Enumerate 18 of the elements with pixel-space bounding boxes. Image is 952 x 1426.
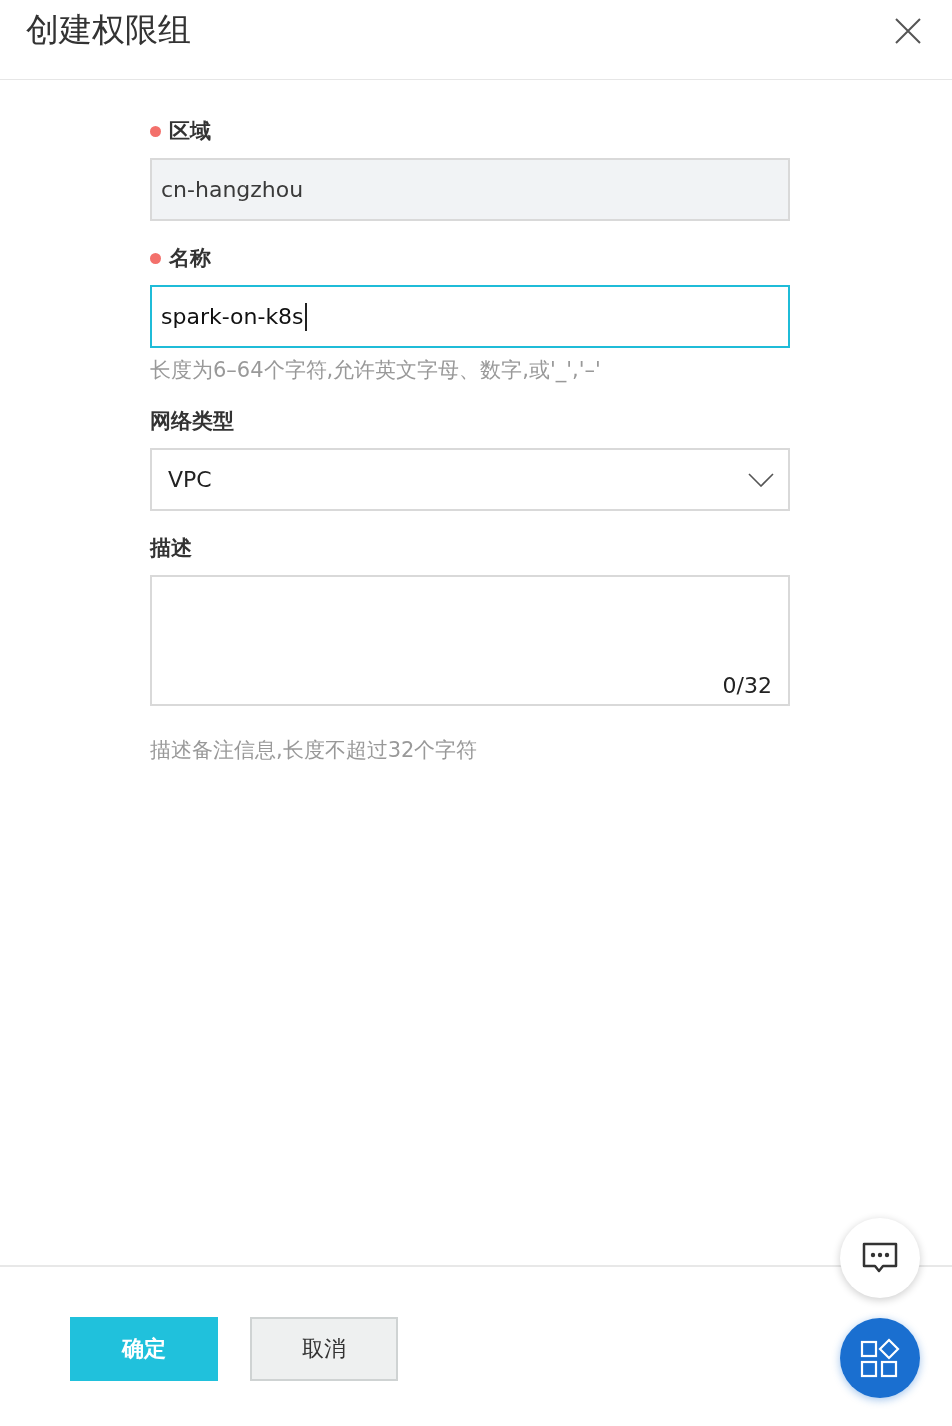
help-text: 长度为6–64个字符,允许英文字母、数字,或'_','–' [150,357,602,384]
cancel-button[interactable]: 取消 [250,1317,398,1381]
select-field[interactable]: VPC [150,448,790,511]
field-label: 区域 [169,118,211,145]
character-counter: 0/32 [722,673,772,698]
help-text: 描述备注信息,长度不超过32个字符 [150,737,479,764]
field-label: 名称 [169,245,211,272]
textarea-field[interactable]: 0/32 [150,575,790,706]
field-label: 网络类型 [150,408,234,435]
feedback-button[interactable] [840,1218,920,1298]
close-icon[interactable] [894,16,922,45]
dialog-title: 创建权限组 [26,9,191,51]
field-label: 描述 [150,535,192,562]
chat-icon [861,1242,899,1274]
apps-button[interactable] [840,1318,920,1398]
input-field[interactable]: spark-on-k8s [150,285,790,348]
chevron-down-icon [748,472,774,487]
apps-icon [860,1338,900,1378]
